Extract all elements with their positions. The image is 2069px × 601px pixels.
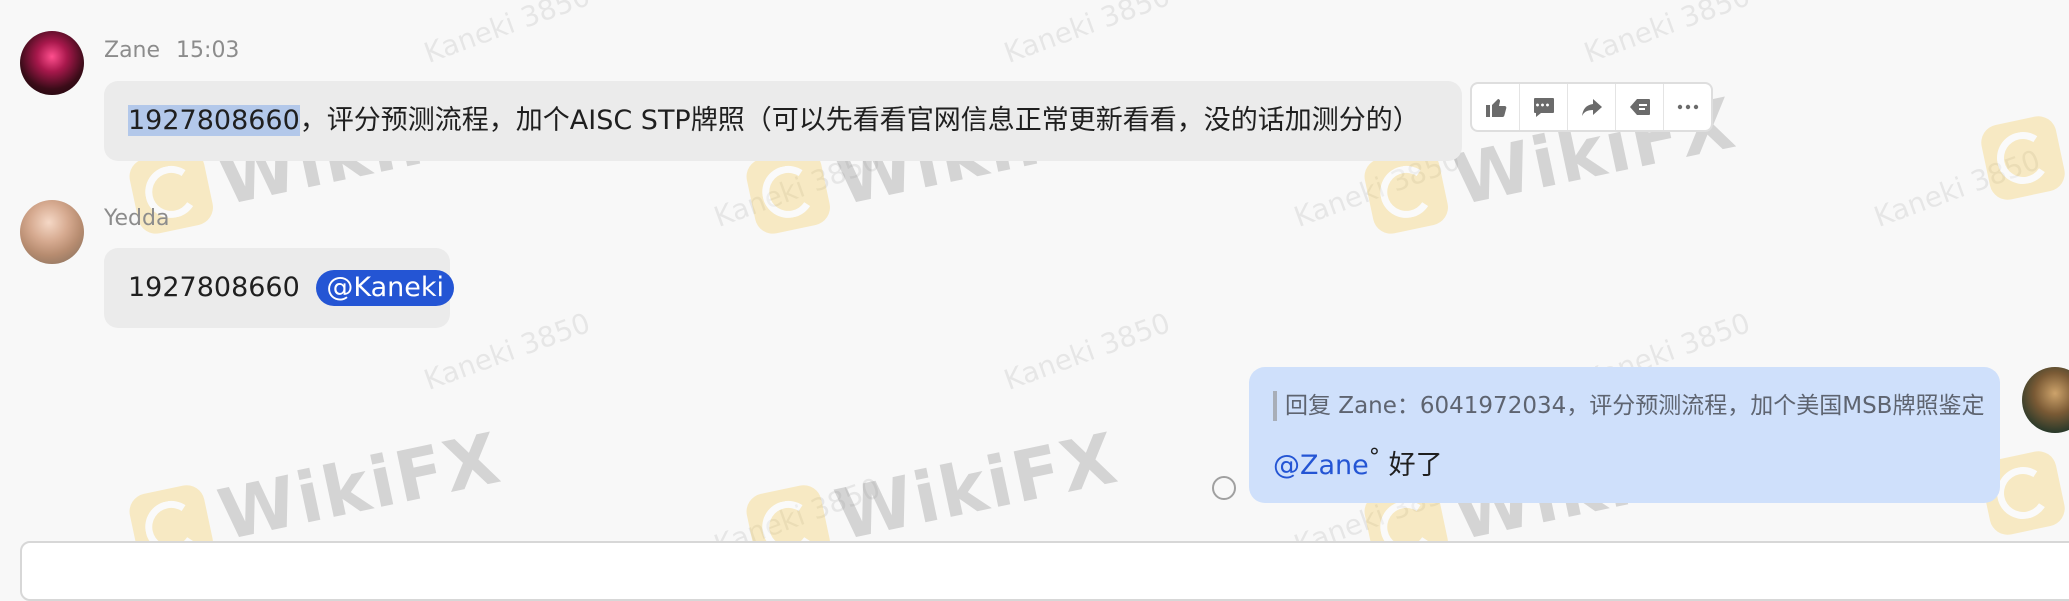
like-button[interactable] xyxy=(1472,84,1520,130)
message-bubble[interactable]: 1927808660，评分预测流程，加个AISC STP牌照（可以先看看官网信息… xyxy=(104,81,1462,161)
watermark-brand: WikiFX xyxy=(211,417,508,557)
selected-text[interactable]: 1927808660 xyxy=(128,105,300,136)
message-bubble[interactable]: 1927808660 @Kaneki xyxy=(104,248,455,328)
back-icon xyxy=(1629,99,1650,115)
watermark-logo xyxy=(1977,112,2069,204)
watermark-text: Kaneki 3850 xyxy=(1869,143,2045,234)
reply-bubble[interactable]: 回复 Zane：6041972034，评分预测流程，加个美国MSB牌照鉴定 @Z… xyxy=(1249,367,2000,503)
comment-button[interactable] xyxy=(1520,84,1568,130)
message-time: 15:03 xyxy=(176,38,240,63)
mention-link[interactable]: @Zane xyxy=(1273,450,1369,481)
read-status-icon xyxy=(1212,476,1236,500)
avatar-zane[interactable] xyxy=(20,31,84,95)
message-meta: Yedda xyxy=(104,206,169,231)
thumbs-up-icon xyxy=(1485,99,1506,117)
reply-text-line: @Zane° 好了 xyxy=(1273,439,1976,484)
message-text[interactable]: ，评分预测流程，加个AISC STP牌照（可以先看看官网信息正常更新看看，没的话… xyxy=(300,105,1420,136)
back-button[interactable] xyxy=(1616,84,1664,130)
watermark-brand: WikiFX xyxy=(828,417,1125,557)
more-icon xyxy=(1677,104,1698,110)
sender-name[interactable]: Zane xyxy=(104,38,160,63)
watermark-text: Kaneki 3850 xyxy=(1579,0,1755,70)
sender-name[interactable]: Yedda xyxy=(104,206,169,231)
comment-icon xyxy=(1533,98,1554,117)
forward-icon xyxy=(1581,99,1602,116)
quoted-message[interactable]: 回复 Zane：6041972034，评分预测流程，加个美国MSB牌照鉴定 xyxy=(1273,391,1984,421)
forward-button[interactable] xyxy=(1568,84,1616,130)
message-text[interactable]: 好了 xyxy=(1380,450,1443,481)
superscript-mark: ° xyxy=(1368,444,1381,470)
watermark-text: Kaneki 3850 xyxy=(999,306,1175,397)
mention-chip[interactable]: @Kaneki xyxy=(316,270,455,306)
watermark-logo-icon xyxy=(1977,112,2069,204)
avatar-self[interactable] xyxy=(2022,367,2069,433)
avatar-yedda[interactable] xyxy=(20,200,84,264)
more-button[interactable] xyxy=(1664,84,1711,130)
message-composer[interactable] xyxy=(20,541,2069,601)
message-meta: Zane 15:03 xyxy=(104,38,239,63)
message-text[interactable]: 1927808660 xyxy=(128,272,308,303)
message-action-bar xyxy=(1470,82,1713,132)
watermark-text: Kaneki 3850 xyxy=(999,0,1175,70)
watermark-text: Kaneki 3850 xyxy=(419,0,595,70)
